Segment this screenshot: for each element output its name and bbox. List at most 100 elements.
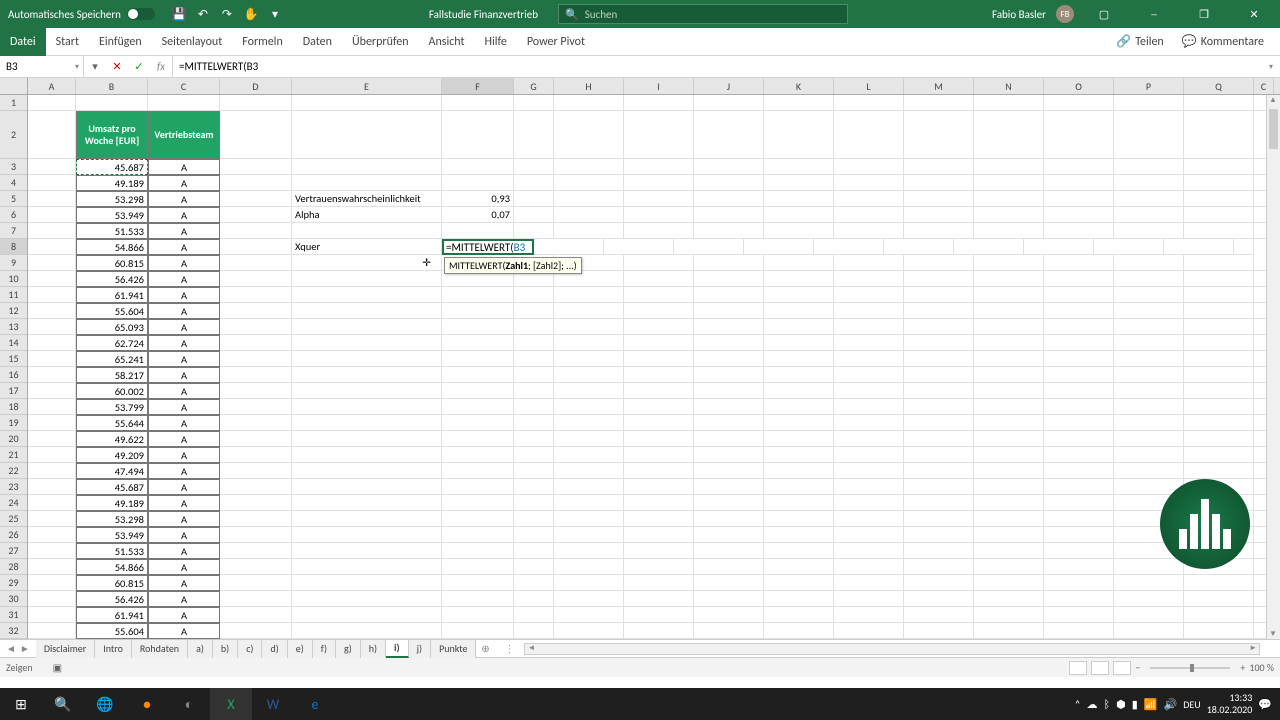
cell-B31[interactable]: 61.941 [76,607,148,623]
cell-D25[interactable] [220,511,292,527]
cell-M30[interactable] [904,591,974,607]
row-header-18[interactable]: 18 [0,399,27,415]
ribbon-tab-start[interactable]: Start [46,28,89,56]
editing-cell-F8[interactable]: =MITTELWERT(B3MITTELWERT(Zahl1; [Zahl2];… [442,239,534,255]
cell-L13[interactable] [834,319,904,335]
cell-H8[interactable] [534,239,604,255]
taskbar-word[interactable]: W [252,688,294,720]
cell-F16[interactable] [442,367,514,383]
maximize-button[interactable]: ❐ [1184,0,1224,28]
cell-D27[interactable] [220,543,292,559]
cell-B25[interactable]: 53.298 [76,511,148,527]
cell-F15[interactable] [442,351,514,367]
cell-J10[interactable] [694,271,764,287]
tray-battery-icon[interactable]: ▮ [1132,698,1138,711]
start-button[interactable]: ⊞ [0,688,42,720]
taskbar-edge[interactable]: e [294,688,336,720]
col-header-J[interactable]: J [694,78,764,94]
horizontal-scroll[interactable]: ⋮ [494,642,1280,655]
cell-L19[interactable] [834,415,904,431]
cell-K13[interactable] [764,319,834,335]
cell-H6[interactable] [554,207,624,223]
cell-O20[interactable] [1044,431,1114,447]
cell-O11[interactable] [1044,287,1114,303]
cell-Q13[interactable] [1184,319,1254,335]
sheet-tab-Punkte[interactable]: Punkte [431,640,476,658]
cell-A24[interactable] [28,495,76,511]
row-header-31[interactable]: 31 [0,607,27,623]
row-header-11[interactable]: 11 [0,287,27,303]
cell-P18[interactable] [1114,399,1184,415]
cell-M6[interactable] [904,207,974,223]
cell-D17[interactable] [220,383,292,399]
cell-K19[interactable] [764,415,834,431]
row-header-7[interactable]: 7 [0,223,27,239]
cell-E14[interactable] [292,335,442,351]
cell-M14[interactable] [904,335,974,351]
cell-D9[interactable] [220,255,292,271]
cell-B22[interactable]: 47.494 [76,463,148,479]
cell-M2[interactable] [904,111,974,159]
col-header-E[interactable]: E [292,78,442,94]
cell-N31[interactable] [974,607,1044,623]
cell-H20[interactable] [554,431,624,447]
cell-J9[interactable] [694,255,764,271]
cell-I13[interactable] [624,319,694,335]
cell-M22[interactable] [904,463,974,479]
cell-F4[interactable] [442,175,514,191]
cell-M23[interactable] [904,479,974,495]
cell-O3[interactable] [1044,159,1114,175]
cell-F32[interactable] [442,623,514,639]
col-header-G[interactable]: G [514,78,554,94]
cell-K3[interactable] [764,159,834,175]
taskbar-excel[interactable]: X [210,688,252,720]
cell-J13[interactable] [694,319,764,335]
cell-H28[interactable] [554,559,624,575]
cell-Q2[interactable] [1184,111,1254,159]
zoom-out-icon[interactable]: − [1135,661,1140,674]
cell-H1[interactable] [554,95,624,111]
cell-J20[interactable] [694,431,764,447]
cell-G19[interactable] [514,415,554,431]
cell-O8[interactable] [1024,239,1094,255]
cell-N30[interactable] [974,591,1044,607]
cell-P5[interactable] [1114,191,1184,207]
cell-K9[interactable] [764,255,834,271]
cell-N19[interactable] [974,415,1044,431]
cell-F6[interactable]: 0,07 [442,207,514,223]
cell-L9[interactable] [834,255,904,271]
sheet-tab-g[interactable]: g) [336,640,361,658]
cell-N25[interactable] [974,511,1044,527]
row-header-14[interactable]: 14 [0,335,27,351]
cell-M18[interactable] [904,399,974,415]
touch-mode-icon[interactable]: ✋ [241,4,261,24]
tray-clock[interactable]: 13:33 18.02.2020 [1207,692,1253,716]
cell-I18[interactable] [624,399,694,415]
cell-O6[interactable] [1044,207,1114,223]
cell-K32[interactable] [764,623,834,639]
cell-F3[interactable] [442,159,514,175]
cell-G31[interactable] [514,607,554,623]
cell-H16[interactable] [554,367,624,383]
cell-E10[interactable] [292,271,442,287]
cell-O9[interactable] [1044,255,1114,271]
cell-D16[interactable] [220,367,292,383]
cell-A14[interactable] [28,335,76,351]
cell-O12[interactable] [1044,303,1114,319]
ribbon-tab-hilfe[interactable]: Hilfe [475,28,517,56]
cell-L3[interactable] [834,159,904,175]
cell-L15[interactable] [834,351,904,367]
cell-D5[interactable] [220,191,292,207]
cell-G30[interactable] [514,591,554,607]
tray-wifi-icon[interactable]: 📶 [1144,698,1158,711]
cell-A12[interactable] [28,303,76,319]
cell-E1[interactable] [292,95,442,111]
cell-F28[interactable] [442,559,514,575]
sheet-tab-b[interactable]: b) [213,640,238,658]
cell-Q21[interactable] [1184,447,1254,463]
cell-O14[interactable] [1044,335,1114,351]
cell-M31[interactable] [904,607,974,623]
cell-E24[interactable] [292,495,442,511]
cell-E30[interactable] [292,591,442,607]
cell-E9[interactable]: ✛ [292,255,442,271]
